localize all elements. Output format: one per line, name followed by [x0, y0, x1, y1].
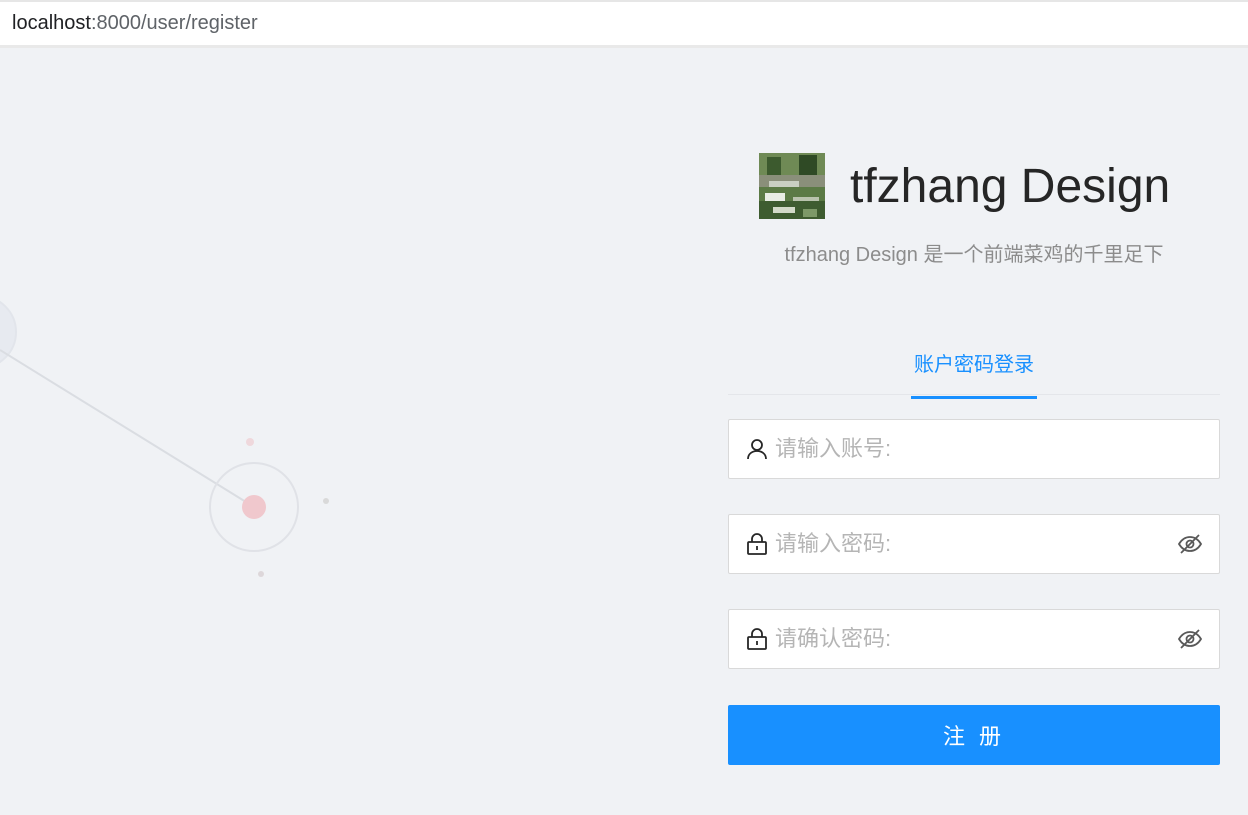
brand-title: tfzhang Design: [850, 159, 1171, 213]
tab-account-password[interactable]: 账户密码登录: [911, 348, 1037, 399]
address-bar[interactable]: localhost:8000/user/register: [0, 0, 1248, 48]
confirm-password-field[interactable]: [728, 609, 1220, 669]
login-tabs: 账户密码登录: [728, 330, 1220, 399]
eye-invisible-icon[interactable]: [1177, 626, 1203, 652]
account-input[interactable]: [775, 420, 1203, 478]
account-field[interactable]: [728, 419, 1220, 479]
password-field[interactable]: [728, 514, 1220, 574]
url-path: :8000/user/register: [90, 12, 258, 34]
lock-icon: [747, 628, 767, 650]
deco-dot-bottom: [258, 571, 264, 577]
register-button[interactable]: 注 册: [728, 705, 1220, 765]
deco-dot-right: [323, 498, 329, 504]
brand-header: tfzhang Design: [759, 153, 1170, 219]
confirm-password-input[interactable]: [775, 610, 1177, 668]
logo-image: [759, 153, 825, 219]
deco-connector-line: [0, 349, 247, 503]
lock-icon: [747, 533, 767, 555]
deco-center-dot: [242, 495, 266, 519]
brand-subtitle: tfzhang Design 是一个前端菜鸡的千里足下: [784, 244, 1164, 266]
deco-large-ring: [0, 300, 17, 364]
user-icon: [747, 439, 767, 460]
eye-invisible-icon[interactable]: [1177, 531, 1203, 557]
deco-dot-top: [246, 438, 254, 446]
url-host: localhost: [12, 12, 91, 34]
background-decoration: [0, 300, 329, 577]
password-input[interactable]: [775, 515, 1177, 573]
register-page: tfzhang Design tfzhang Design 是一个前端菜鸡的千里…: [0, 48, 1248, 815]
